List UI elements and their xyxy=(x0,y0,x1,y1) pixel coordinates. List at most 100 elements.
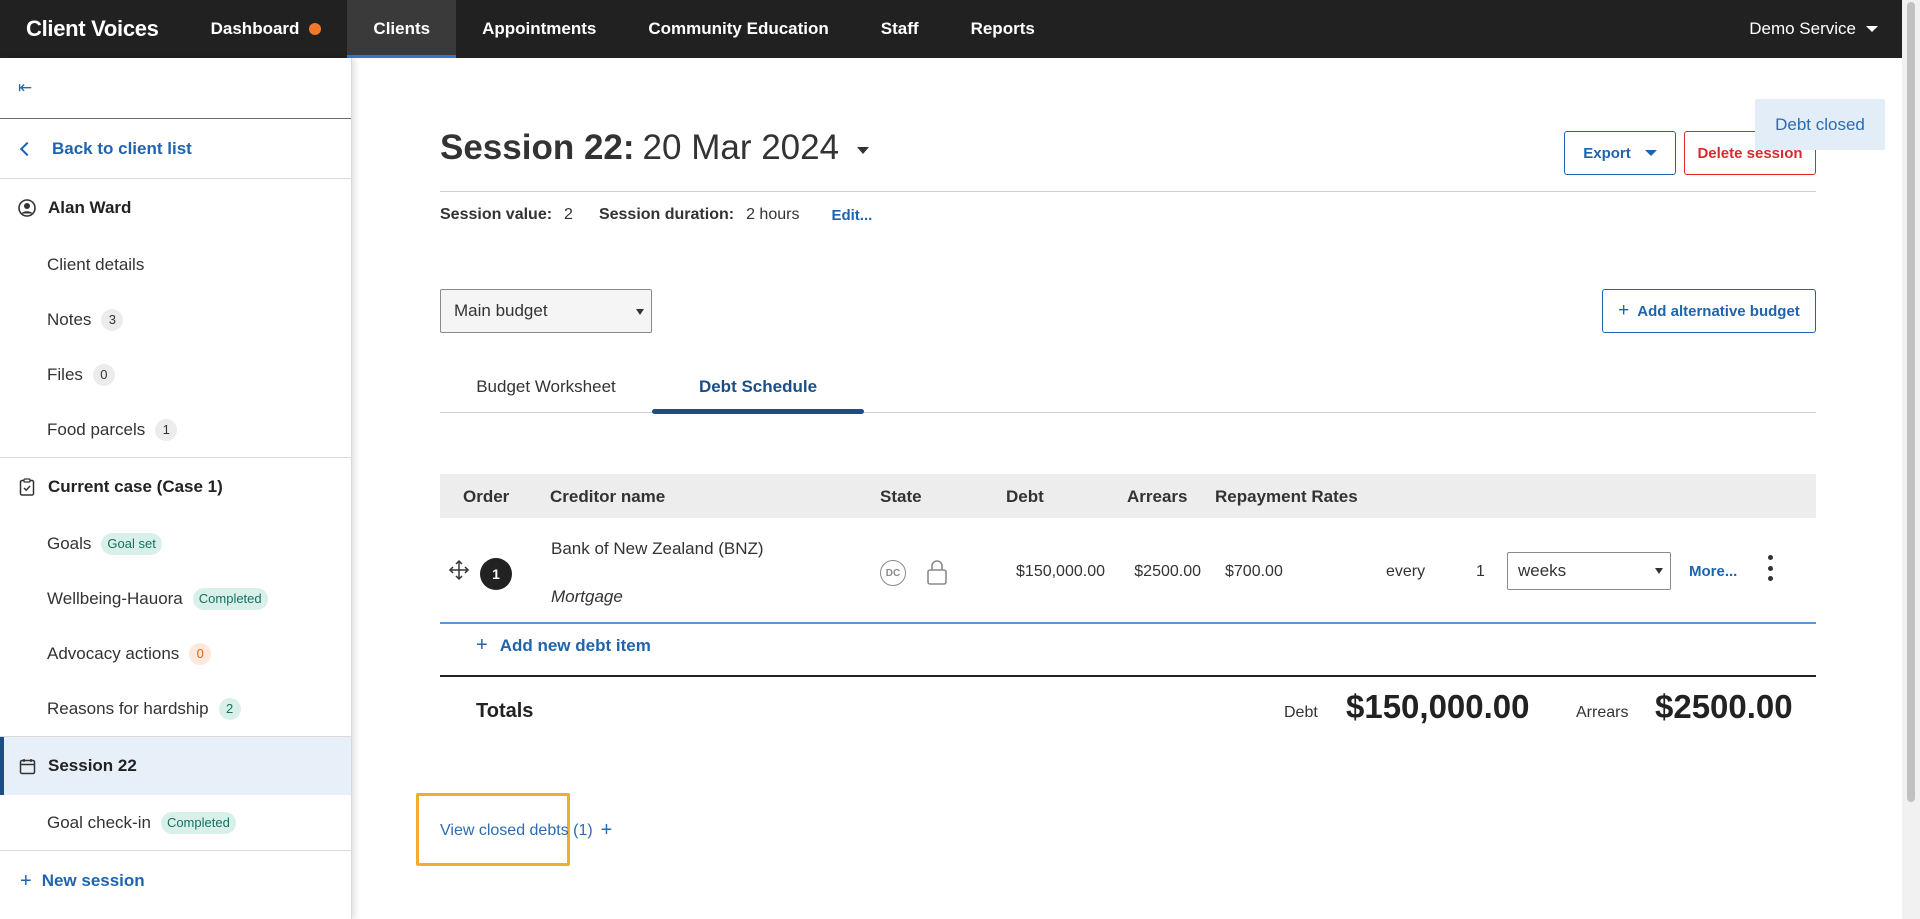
total-arrears-label: Arrears xyxy=(1576,704,1629,721)
view-closed-debts-button[interactable]: View closed debts (1) + xyxy=(440,819,612,842)
add-debt-label: Add new debt item xyxy=(499,635,651,655)
sidebar-item-label: Goal check-in xyxy=(47,812,151,832)
session-title: Session 22 xyxy=(48,756,137,775)
direct-credit-icon[interactable]: DC xyxy=(880,560,906,586)
edit-session-link[interactable]: Edit... xyxy=(831,207,872,224)
nav-appointments[interactable]: Appointments xyxy=(456,0,622,58)
repayment-amount: $700.00 xyxy=(1225,563,1283,580)
nav-community-education[interactable]: Community Education xyxy=(622,0,854,58)
scrollbar-thumb[interactable] xyxy=(1907,2,1915,802)
creditor-name: Bank of New Zealand (BNZ) xyxy=(551,539,764,558)
sidebar-item-client-details[interactable]: Client details xyxy=(0,237,351,292)
sidebar-item-food-parcels[interactable]: Food parcels 1 xyxy=(0,402,351,457)
session-date: 20 Mar 2024 xyxy=(642,128,840,167)
toast-notification: Debt closed xyxy=(1755,99,1885,150)
sidebar-item-session-22[interactable]: Session 22 xyxy=(0,737,351,795)
back-to-client-list-link[interactable]: Back to client list xyxy=(0,119,351,179)
drag-handle-icon[interactable] xyxy=(448,559,470,581)
nav-clients[interactable]: Clients xyxy=(347,0,457,58)
nav-reports-label: Reports xyxy=(970,19,1035,38)
sidebar-item-label: Wellbeing-Hauora xyxy=(47,588,183,608)
order-number: 1 xyxy=(480,558,512,590)
client-name-heading: Alan Ward xyxy=(0,179,351,237)
nav-reports[interactable]: Reports xyxy=(945,0,1061,58)
sidebar-item-label: Goals xyxy=(47,533,92,553)
sidebar-item-files[interactable]: Files 0 xyxy=(0,347,351,402)
nav-appointments-label: Appointments xyxy=(482,19,597,38)
total-debt-label: Debt xyxy=(1284,704,1318,721)
tab-debt-schedule[interactable]: Debt Schedule xyxy=(652,361,864,414)
sidebar-item-wellbeing[interactable]: Wellbeing-Hauora Completed xyxy=(0,571,351,626)
budget-select[interactable]: Main budget xyxy=(440,289,652,333)
lock-icon[interactable] xyxy=(925,558,949,586)
totals-label: Totals xyxy=(476,700,534,722)
tab-label: Debt Schedule xyxy=(698,376,818,396)
period-select[interactable]: weeks xyxy=(1507,552,1671,590)
notification-dot-icon xyxy=(309,23,322,35)
collapse-left-icon: ⇤ xyxy=(18,78,33,97)
arrears-amount: $2500.00 xyxy=(1134,563,1201,580)
period-select-value: weeks xyxy=(1518,561,1567,580)
sidebar-item-label: Advocacy actions xyxy=(47,643,180,663)
debt-type: Mortgage xyxy=(551,587,623,606)
nav-staff[interactable]: Staff xyxy=(855,0,945,58)
session-meta: Session value: 2 Session duration: 2 hou… xyxy=(440,204,872,226)
column-header-order: Order xyxy=(463,487,510,506)
table-row: 1 Bank of New Zealand (BNZ) Mortgage DC … xyxy=(440,518,1816,624)
more-link[interactable]: More... xyxy=(1689,563,1737,580)
count-badge: 1 xyxy=(155,418,178,441)
sidebar-item-advocacy-actions[interactable]: Advocacy actions 0 xyxy=(0,626,351,681)
session-duration-label: Session duration: xyxy=(598,206,735,223)
collapse-sidebar-button[interactable]: ⇤ xyxy=(0,58,351,119)
total-debt-value: $150,000.00 xyxy=(1346,688,1530,725)
session-date-selector[interactable]: Session 22: 20 Mar 2024 xyxy=(440,128,870,168)
sidebar-item-goals[interactable]: Goals Goal set xyxy=(0,516,351,571)
add-new-debt-item-button[interactable]: + Add new debt item xyxy=(476,634,651,657)
count-badge: 3 xyxy=(101,308,124,331)
page-scrollbar[interactable] xyxy=(1902,0,1920,919)
count-badge: 0 xyxy=(92,363,115,386)
total-arrears-value: $2500.00 xyxy=(1655,688,1793,725)
session-value-label: Session value: xyxy=(440,206,553,223)
service-selector[interactable]: Demo Service xyxy=(1749,0,1902,58)
frequency-value: 1 xyxy=(1476,563,1485,580)
sidebar-item-reasons-for-hardship[interactable]: Reasons for hardship 2 xyxy=(0,681,351,736)
add-alternative-budget-button[interactable]: + Add alternative budget xyxy=(1602,289,1816,333)
client-name: Alan Ward xyxy=(48,198,132,217)
dropdown-arrow-icon xyxy=(1655,568,1663,574)
sidebar-item-goal-check-in[interactable]: Goal check-in Completed xyxy=(0,795,351,850)
budget-tabs: Budget Worksheet Debt Schedule xyxy=(440,361,1816,414)
plus-icon: + xyxy=(20,869,32,892)
kebab-menu-icon[interactable] xyxy=(1766,555,1774,581)
case-title: Current case (Case 1) xyxy=(48,477,223,496)
tab-label: Budget Worksheet xyxy=(476,376,616,396)
debt-schedule-table: Order Creditor name State Debt Arrears R… xyxy=(440,474,1816,624)
sidebar-item-label: Notes xyxy=(47,309,92,329)
calendar-icon xyxy=(18,757,36,775)
tab-budget-worksheet[interactable]: Budget Worksheet xyxy=(440,361,652,412)
closed-debts-label: View closed debts (1) xyxy=(440,821,593,839)
client-sidebar: ⇤ Back to client list Alan Ward Client d… xyxy=(0,58,352,919)
every-label: every xyxy=(1386,563,1426,580)
top-navbar: Client Voices Dashboard Clients Appointm… xyxy=(0,0,1902,58)
brand-logo[interactable]: Client Voices xyxy=(0,0,185,58)
session-title-bold: Session 22: xyxy=(440,128,635,167)
count-badge: 0 xyxy=(189,642,212,665)
column-header-repayment-rates: Repayment Rates xyxy=(1215,487,1358,506)
clipboard-check-icon xyxy=(18,478,36,496)
divider xyxy=(440,191,1816,192)
chevron-down-icon xyxy=(1644,150,1657,156)
new-session-button[interactable]: + New session xyxy=(0,851,351,911)
status-badge: Completed xyxy=(160,811,236,834)
column-header-creditor: Creditor name xyxy=(550,487,666,506)
nav-dashboard[interactable]: Dashboard xyxy=(185,0,348,58)
current-case-heading[interactable]: Current case (Case 1) xyxy=(0,458,351,516)
export-button[interactable]: Export xyxy=(1564,131,1676,175)
sidebar-item-notes[interactable]: Notes 3 xyxy=(0,292,351,347)
plus-icon: + xyxy=(600,819,613,841)
debt-amount: $150,000.00 xyxy=(1016,563,1105,580)
service-name: Demo Service xyxy=(1749,19,1856,38)
totals-divider xyxy=(440,675,1816,677)
toast-text: Debt closed xyxy=(1775,114,1865,134)
sidebar-item-label: Client details xyxy=(47,254,145,274)
